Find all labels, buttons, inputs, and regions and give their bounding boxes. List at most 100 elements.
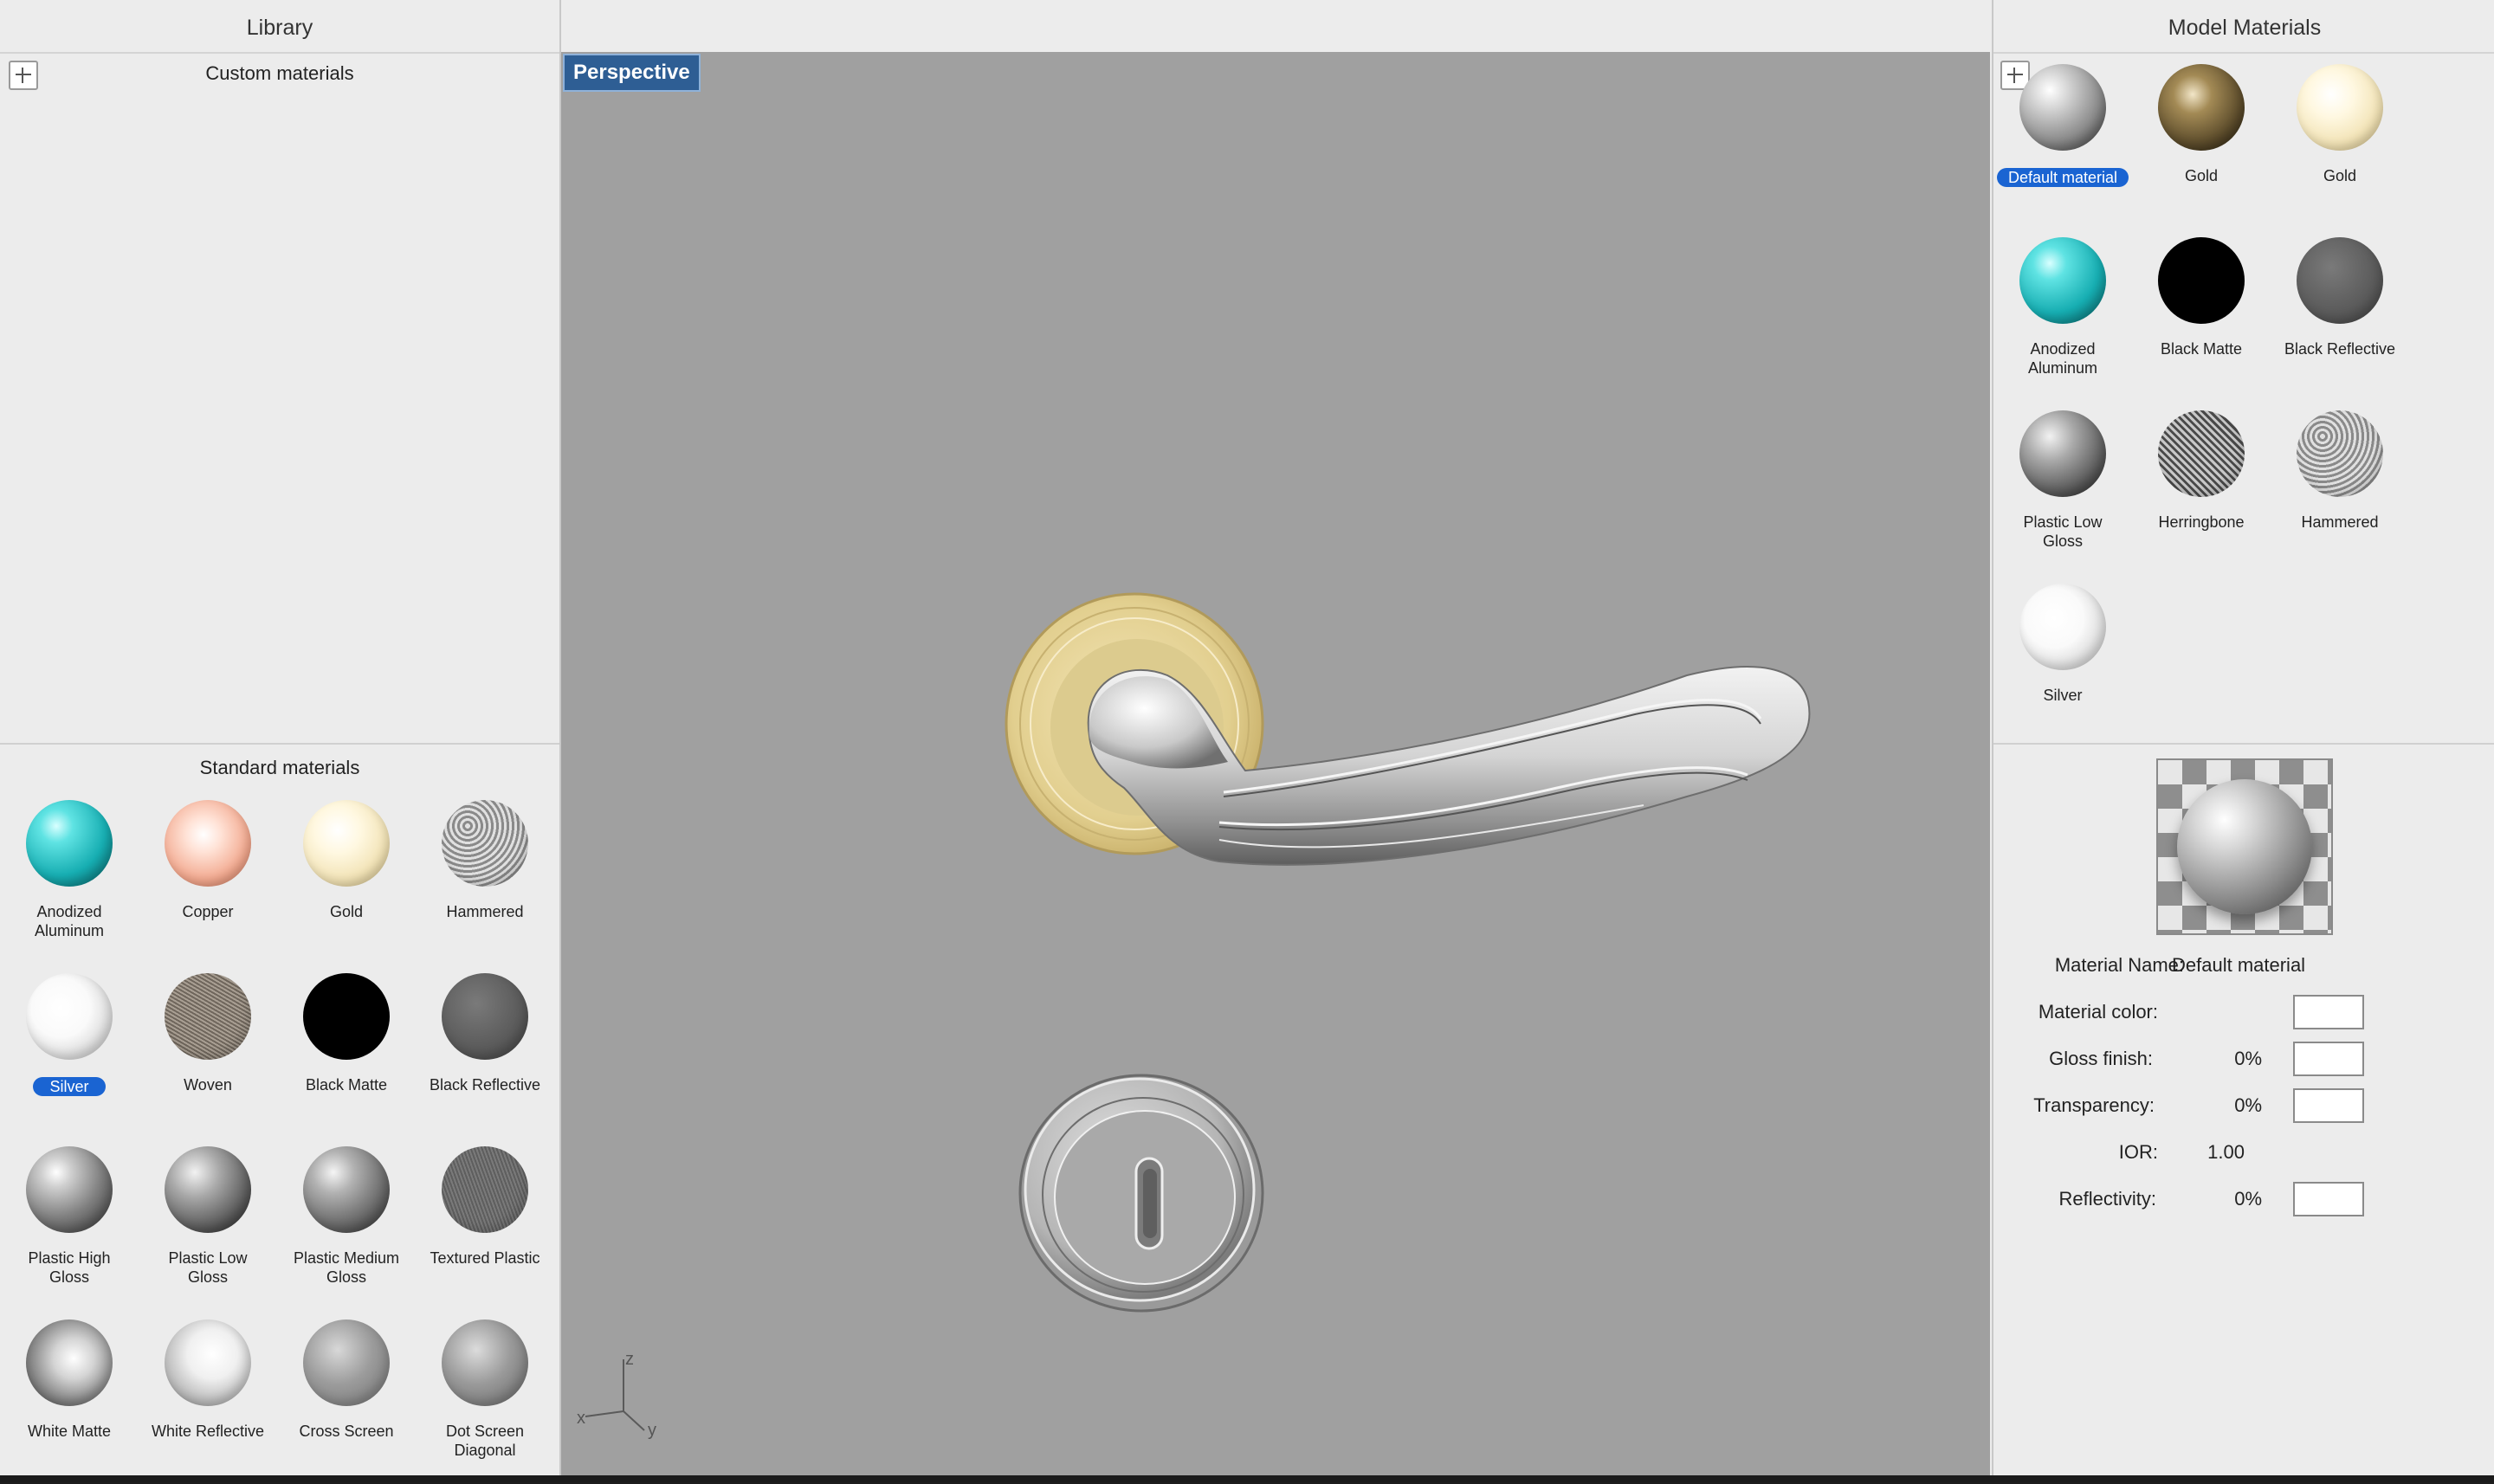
library-title: Library [0, 0, 559, 54]
ior-value[interactable]: 1.00 [2167, 1141, 2245, 1164]
silver-ball[interactable] [2019, 584, 2106, 670]
std-material-tile[interactable]: White Reflective [139, 1319, 277, 1484]
std-material-tile[interactable]: Black Reflective [416, 973, 554, 1138]
key-escutcheon[interactable] [1018, 1074, 1264, 1313]
model-material-label: Gold [2184, 167, 2219, 184]
reflectivity-value[interactable]: 0% [2167, 1188, 2262, 1210]
library-divider[interactable] [0, 743, 559, 745]
gloss-finish-swatch[interactable] [2293, 1042, 2364, 1076]
model-material-tile[interactable]: Anodized Aluminum [1993, 237, 2132, 402]
standard-materials-title: Standard materials [199, 757, 360, 778]
model-material-tile[interactable]: Gold [2132, 64, 2271, 229]
white-matte-ball[interactable] [26, 1319, 113, 1406]
model-material-label: Hammered [2301, 513, 2379, 531]
material-color-swatch[interactable] [2293, 995, 2364, 1029]
std-material-tile[interactable]: Plastic Medium Gloss [277, 1146, 416, 1311]
std-material-label: Black Matte [305, 1076, 388, 1094]
model-material-label: Silver [2043, 687, 2083, 704]
std-material-tile[interactable]: Black Matte [277, 973, 416, 1138]
std-material-label: Plastic High Gloss [28, 1249, 111, 1286]
std-material-label: Anodized Aluminum [34, 903, 105, 939]
std-material-label: Black Reflective [429, 1076, 541, 1094]
std-material-tile[interactable]: Hammered [416, 800, 554, 965]
cross-screen-ball[interactable] [303, 1319, 390, 1406]
std-material-tile[interactable]: Cross Screen [277, 1319, 416, 1484]
std-material-tile[interactable]: Plastic High Gloss [0, 1146, 139, 1311]
bottom-edge [0, 1475, 2494, 1482]
black-matte-ball[interactable] [2158, 237, 2245, 324]
herringbone-ball[interactable] [2158, 410, 2245, 497]
material-color-label: Material color: [2038, 1001, 2158, 1023]
gold-ball[interactable] [303, 800, 390, 887]
white-reflective-ball[interactable] [165, 1319, 251, 1406]
model-material-tile[interactable]: Black Matte [2132, 237, 2271, 402]
axis-z-label: z [625, 1350, 634, 1369]
hammered-ball[interactable] [442, 800, 528, 887]
std-material-label: Gold [329, 903, 364, 920]
plastic-medium-gloss-ball[interactable] [303, 1146, 390, 1233]
gold-ball[interactable] [2297, 64, 2383, 151]
material-preview [2156, 758, 2333, 935]
reflectivity-label: Reflectivity: [2058, 1188, 2156, 1210]
dot-screen-diagonal-ball[interactable] [442, 1319, 528, 1406]
gloss-finish-value[interactable]: 0% [2167, 1048, 2262, 1070]
std-material-tile[interactable]: Gold [277, 800, 416, 965]
app-window: Library Custom materials Standard materi… [0, 0, 2494, 1475]
plastic-high-gloss-ball[interactable] [26, 1146, 113, 1233]
std-material-label: Silver [33, 1077, 106, 1096]
std-material-label: White Reflective [151, 1423, 265, 1440]
std-material-tile[interactable]: Anodized Aluminum [0, 800, 139, 965]
std-material-label: Hammered [446, 903, 524, 920]
std-material-tile[interactable]: Dot Screen Diagonal [416, 1319, 554, 1484]
std-material-label: Copper [182, 903, 234, 920]
perspective-viewport[interactable]: Perspective z x y [561, 52, 1990, 1475]
model-material-tile[interactable]: Silver [1993, 584, 2132, 748]
std-material-tile[interactable]: Textured Plastic [416, 1146, 554, 1311]
plastic-low-gloss-ball[interactable] [2019, 410, 2106, 497]
reflectivity-swatch[interactable] [2293, 1182, 2364, 1216]
std-material-tile[interactable]: Woven [139, 973, 277, 1138]
black-reflective-ball[interactable] [2297, 237, 2383, 324]
model-material-tile[interactable]: Herringbone [2132, 410, 2271, 575]
std-material-tile[interactable]: Copper [139, 800, 277, 965]
std-material-tile[interactable]: Plastic Low Gloss [139, 1146, 277, 1311]
silver-ball[interactable] [26, 973, 113, 1060]
model-material-tile[interactable]: Hammered [2271, 410, 2409, 575]
transparency-value[interactable]: 0% [2167, 1094, 2262, 1117]
model-material-tile[interactable]: Black Reflective [2271, 237, 2409, 402]
model-material-tile[interactable]: Gold [2271, 64, 2409, 229]
hammered-ball[interactable] [2297, 410, 2383, 497]
woven-ball[interactable] [165, 973, 251, 1060]
std-material-tile[interactable]: Silver [0, 973, 139, 1138]
material-name-label: Material Name: [2054, 954, 2184, 976]
anodized-aluminum-ball[interactable] [2019, 237, 2106, 324]
std-material-label: Cross Screen [299, 1423, 394, 1440]
model-material-label: Black Reflective [2284, 340, 2396, 358]
std-material-label: Dot Screen Diagonal [445, 1423, 525, 1459]
model-material-tile[interactable]: Plastic Low Gloss [1993, 410, 2132, 575]
std-material-tile[interactable]: White Matte [0, 1319, 139, 1484]
axis-y-label: y [648, 1421, 656, 1440]
model-materials-panel: Model Materials Default material Gold Gold… [1992, 0, 2494, 1475]
model-material-label: Default material [1997, 168, 2129, 187]
dark-gold-ball[interactable] [2158, 64, 2245, 151]
textured-plastic-ball[interactable] [442, 1146, 528, 1233]
ior-label: IOR: [2118, 1141, 2158, 1163]
model-material-label: Black Matte [2160, 340, 2243, 358]
model-render[interactable]: z x y [561, 52, 1990, 1475]
black-reflective-ball[interactable] [442, 973, 528, 1060]
model-material-tile[interactable]: Default material [1993, 64, 2132, 229]
std-material-label: Woven [184, 1076, 232, 1094]
anodized-aluminum-ball[interactable] [26, 800, 113, 887]
properties-divider[interactable] [1993, 743, 2494, 745]
material-name-value[interactable]: Default material [2172, 954, 2305, 977]
copper-ball[interactable] [165, 800, 251, 887]
transparency-label: Transparency: [2033, 1094, 2155, 1116]
model-material-label: Plastic Low Gloss [2023, 513, 2103, 550]
std-material-label: Plastic Low Gloss [168, 1249, 248, 1286]
library-panel: Library Custom materials Standard materi… [0, 0, 561, 1475]
black-matte-ball[interactable] [303, 973, 390, 1060]
transparency-swatch[interactable] [2293, 1088, 2364, 1123]
plastic-low-gloss-ball[interactable] [165, 1146, 251, 1233]
default-material-ball[interactable] [2019, 64, 2106, 151]
